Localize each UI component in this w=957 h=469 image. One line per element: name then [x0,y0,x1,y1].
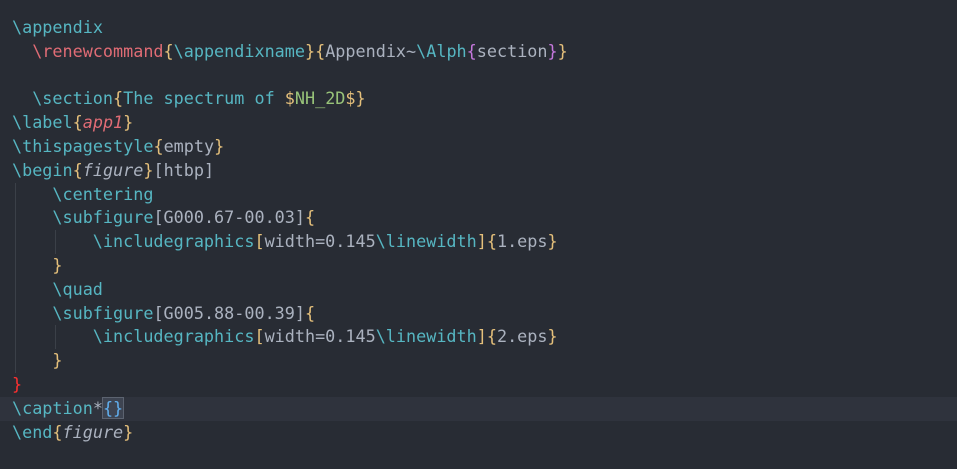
code-line[interactable]: } [0,253,957,278]
code-token: } [547,326,558,347]
code-token: { [486,326,497,347]
code-token: { [305,207,316,228]
code-token: [ [254,231,265,252]
indent-guide [15,230,16,254]
code-line[interactable]: \includegraphics[width=0.145\linewidth]{… [0,325,957,350]
code-token: ] [476,326,487,347]
code-token: \label [12,112,73,133]
code-token: \thispagestyle [12,135,154,156]
code-token: { [52,421,63,442]
code-token: width=0.145 [264,231,376,252]
code-token: } [52,350,63,371]
code-token: width=0.145 [264,326,376,347]
code-token: [htbp] [153,159,215,180]
code-token: \subfigure [52,207,154,228]
code-token: { [466,40,477,61]
code-token: \linewidth [375,326,477,347]
code-line[interactable]: \renewcommand{\appendixname}{Appendix~\A… [0,40,957,64]
code-line-current[interactable]: \caption*{} [0,396,957,421]
code-token: { [113,88,124,109]
indent-guide [15,301,16,326]
code-token: } [355,88,366,109]
code-token: \appendixname [173,40,305,61]
code-token: } [12,373,23,394]
indent-guide [15,182,16,207]
code-token: $ [345,88,356,109]
code-token: \renewcommand [32,40,164,61]
code-token: [G000.67-00.03] [153,207,305,228]
indent-guide [15,349,16,373]
code-token: { [486,231,497,252]
indent-guide [15,277,16,302]
code-token: \includegraphics [92,326,255,347]
code-token: \caption [12,397,93,418]
code-token: \subfigure [52,302,154,323]
code-token: app1 [82,112,124,133]
indent-guide [15,253,16,278]
code-line[interactable]: \end{figure} [0,421,957,445]
code-token: \quad [52,278,103,299]
code-token: { [72,112,83,133]
code-line[interactable]: } [0,349,957,373]
code-token: { [315,40,326,61]
indent-guide [55,325,57,350]
code-token: \Alph [416,40,467,61]
code-token: * [92,397,103,418]
code-token: } [123,112,134,133]
code-token: \begin [12,159,73,180]
code-token: } [214,135,225,156]
code-token: {} [101,396,125,419]
code-line[interactable]: \subfigure[G000.67-00.03]{ [0,206,957,231]
code-token: empty [163,135,215,156]
code-token: [ [254,326,265,347]
code-line[interactable]: \quad [0,277,957,302]
code-token: Appendix~ [325,40,417,61]
code-token: { [72,159,83,180]
code-token: { [153,135,164,156]
code-token: \linewidth [375,231,477,252]
code-editor[interactable]: \appendix \renewcommand{\appendixname}{Ap… [0,0,957,469]
indent-guide [15,206,16,231]
code-token: 2.eps [496,326,548,347]
code-token: \centering [52,183,154,204]
code-token: } [143,159,154,180]
code-line[interactable]: \thispagestyle{empty} [0,135,957,159]
code-token: figure [82,159,144,180]
code-line[interactable]: \begin{figure}[htbp] [0,159,957,183]
indent-guide [15,325,16,350]
code-token: } [557,40,568,61]
code-line[interactable]: \section{The spectrum of $NH_2D$} [0,87,957,111]
code-token: } [547,231,558,252]
code-line[interactable]: \label{app1} [0,111,957,135]
code-token: NH_2D [294,88,346,109]
code-token: \end [12,421,53,442]
code-token: figure [62,421,124,442]
code-line[interactable] [0,64,957,88]
code-line[interactable]: \centering [0,182,957,207]
code-token: The spectrum of [123,88,285,109]
code-token: 1.eps [496,231,548,252]
code-token: { [163,40,174,61]
code-line[interactable]: \subfigure[G005.88-00.39]{ [0,301,957,326]
code-token: $ [284,88,295,109]
code-token: } [123,421,134,442]
code-token: ] [476,231,487,252]
code-token: \section [32,88,114,109]
code-token: { [305,302,316,323]
code-token: section [476,40,548,61]
code-token: [G005.88-00.39] [153,302,305,323]
code-line[interactable]: \appendix [0,16,957,40]
code-line[interactable]: } [0,373,957,397]
code-token: } [52,254,63,275]
indent-guide [55,230,57,254]
code-token: \includegraphics [92,231,255,252]
code-line[interactable]: \includegraphics[width=0.145\linewidth]{… [0,230,957,254]
code-token: } [547,40,558,61]
code-token: \appendix [12,17,103,37]
code-token: } [304,40,316,61]
